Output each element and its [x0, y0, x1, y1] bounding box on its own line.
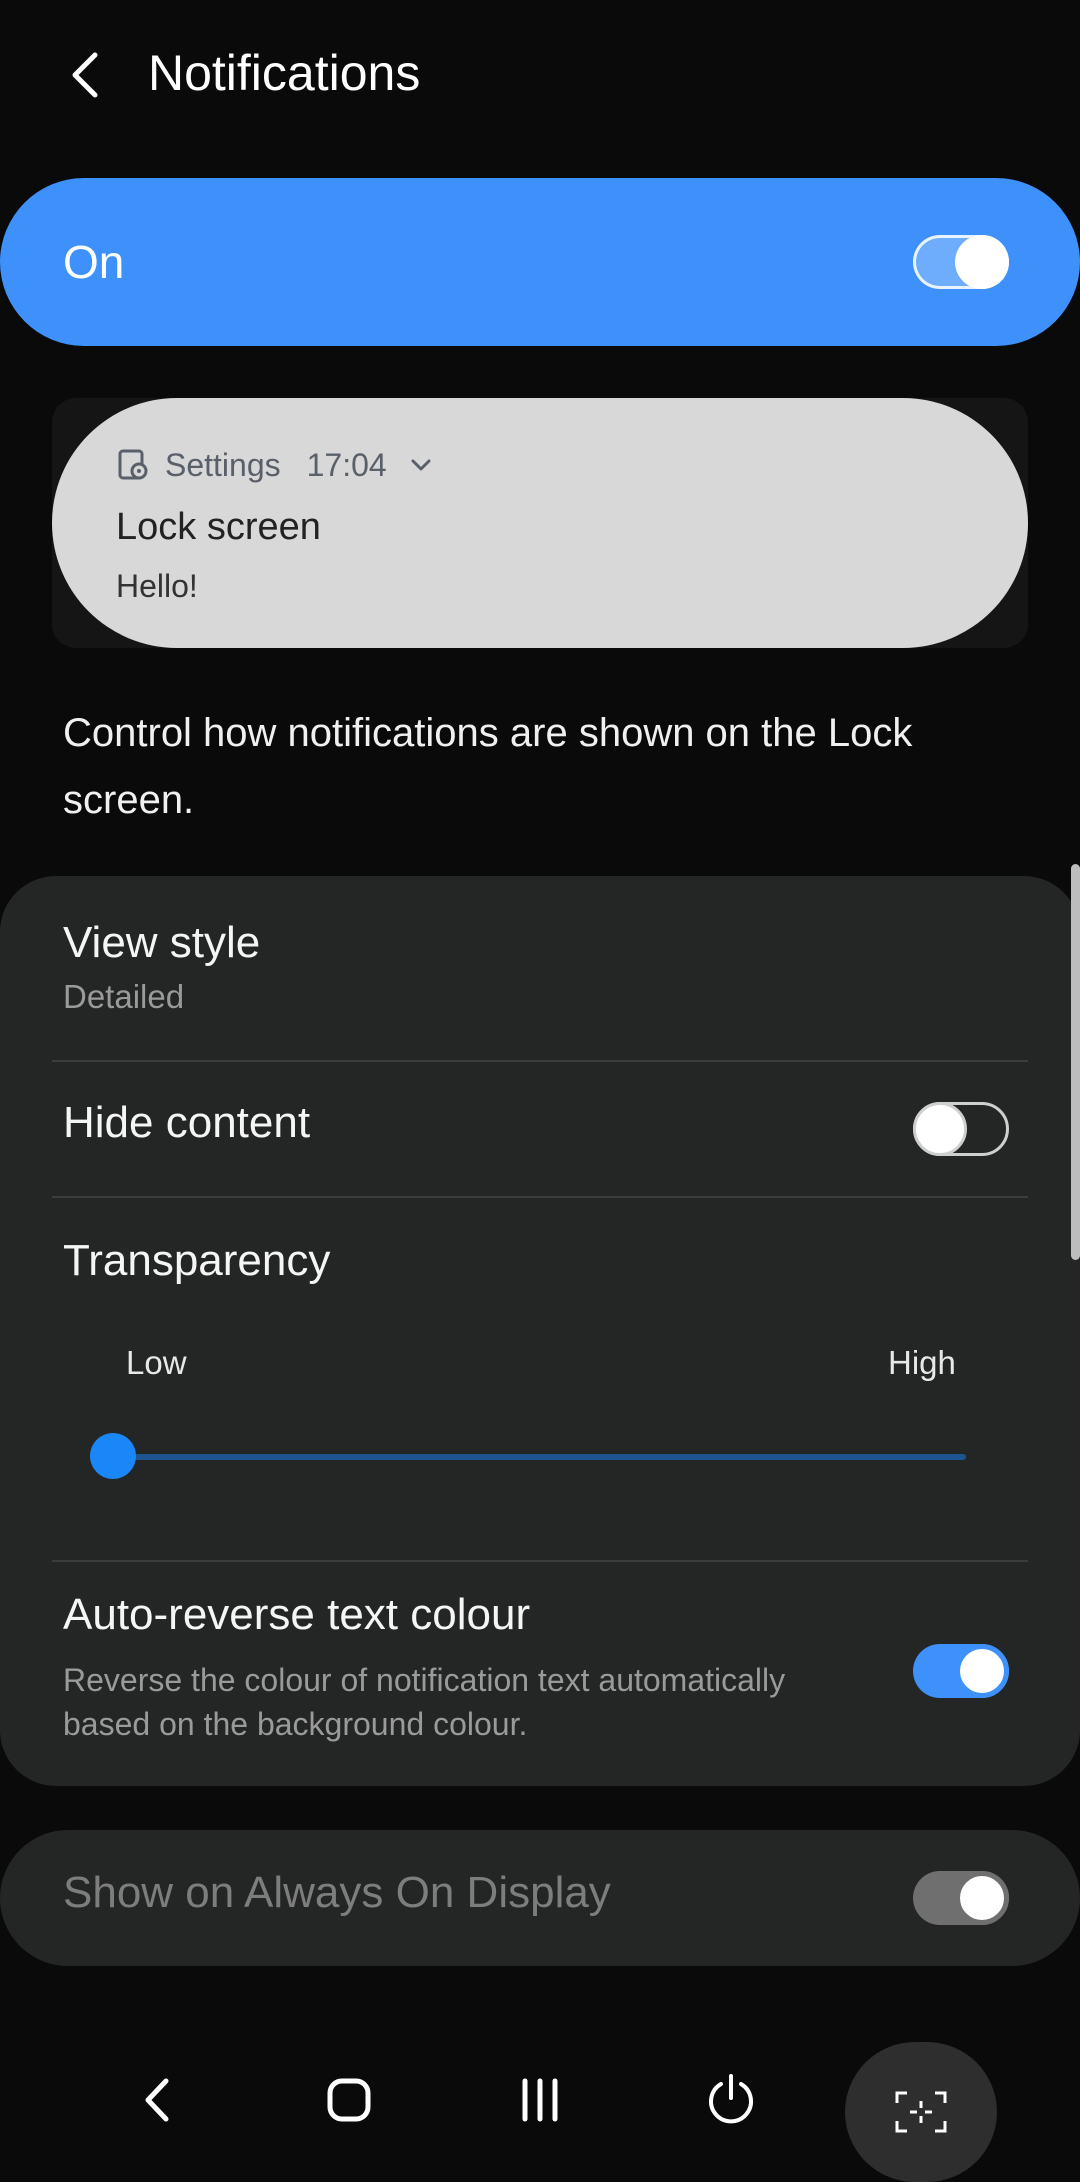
master-switch-bar[interactable]: On — [0, 178, 1080, 346]
auto-reverse-title: Auto-reverse text colour — [63, 1590, 531, 1639]
always-on-display-toggle[interactable] — [913, 1871, 1009, 1925]
page-title: Notifications — [148, 45, 421, 101]
view-style-row[interactable]: View style Detailed — [0, 876, 1080, 1060]
master-switch-label: On — [63, 236, 125, 288]
notification-preview: Settings 17:04 Lock screen Hello! — [52, 398, 1028, 648]
view-style-title: View style — [63, 918, 261, 967]
nav-capture-button[interactable] — [845, 2042, 997, 2182]
slider-high-label: High — [888, 1344, 956, 1381]
view-style-value: Detailed — [63, 978, 185, 1015]
recents-icon — [522, 2078, 558, 2121]
nav-recents-button[interactable] — [480, 2030, 600, 2169]
navigation-bar — [0, 2030, 1080, 2182]
toggle-knob — [955, 235, 1009, 289]
preview-header: Settings 17:04 — [117, 440, 433, 490]
transparency-slider-thumb[interactable] — [90, 1433, 136, 1479]
hide-content-title: Hide content — [63, 1098, 311, 1147]
back-button[interactable] — [50, 40, 120, 110]
preview-title: Lock screen — [116, 506, 321, 548]
back-icon — [145, 2078, 169, 2121]
chevron-down-icon — [411, 459, 431, 471]
preview-time: 17:04 — [306, 446, 387, 483]
hide-content-toggle[interactable] — [913, 1102, 1009, 1156]
always-on-display-title: Show on Always On Display — [63, 1868, 611, 1917]
preview-body: Hello! — [116, 568, 198, 604]
toggle-knob — [913, 1102, 967, 1156]
notification-preview-card: Settings 17:04 Lock screen Hello! — [52, 398, 1028, 648]
master-toggle[interactable] — [913, 235, 1009, 289]
auto-reverse-description: Reverse the colour of notification text … — [63, 1662, 786, 1742]
power-icon — [709, 2073, 753, 2123]
transparency-row: Transparency Low High — [0, 1198, 1080, 1560]
toggle-knob — [955, 1871, 1009, 1925]
toggle-knob — [955, 1644, 1009, 1698]
preview-app-name: Settings — [165, 446, 281, 483]
slider-low-label: Low — [126, 1344, 187, 1381]
capture-icon — [895, 2091, 947, 2133]
always-on-display-row[interactable]: Show on Always On Display — [0, 1830, 1080, 1966]
settings-app-icon — [118, 449, 148, 480]
nav-back-button[interactable] — [98, 2030, 218, 2169]
transparency-title: Transparency — [63, 1236, 331, 1285]
lock-screen-description: Control how notifications are shown on t… — [63, 711, 913, 822]
nav-home-button[interactable] — [289, 2030, 409, 2169]
scrollbar[interactable] — [1071, 864, 1080, 1260]
nav-power-button[interactable] — [671, 2030, 791, 2169]
hide-content-row[interactable]: Hide content — [0, 1062, 1080, 1196]
home-icon — [327, 2078, 371, 2121]
back-arrow-icon — [72, 52, 98, 98]
settings-group: View style Detailed Hide content Transpa… — [0, 876, 1080, 1786]
auto-reverse-toggle[interactable] — [913, 1644, 1009, 1698]
transparency-slider-track[interactable] — [112, 1454, 966, 1460]
header: Notifications — [0, 0, 1080, 150]
